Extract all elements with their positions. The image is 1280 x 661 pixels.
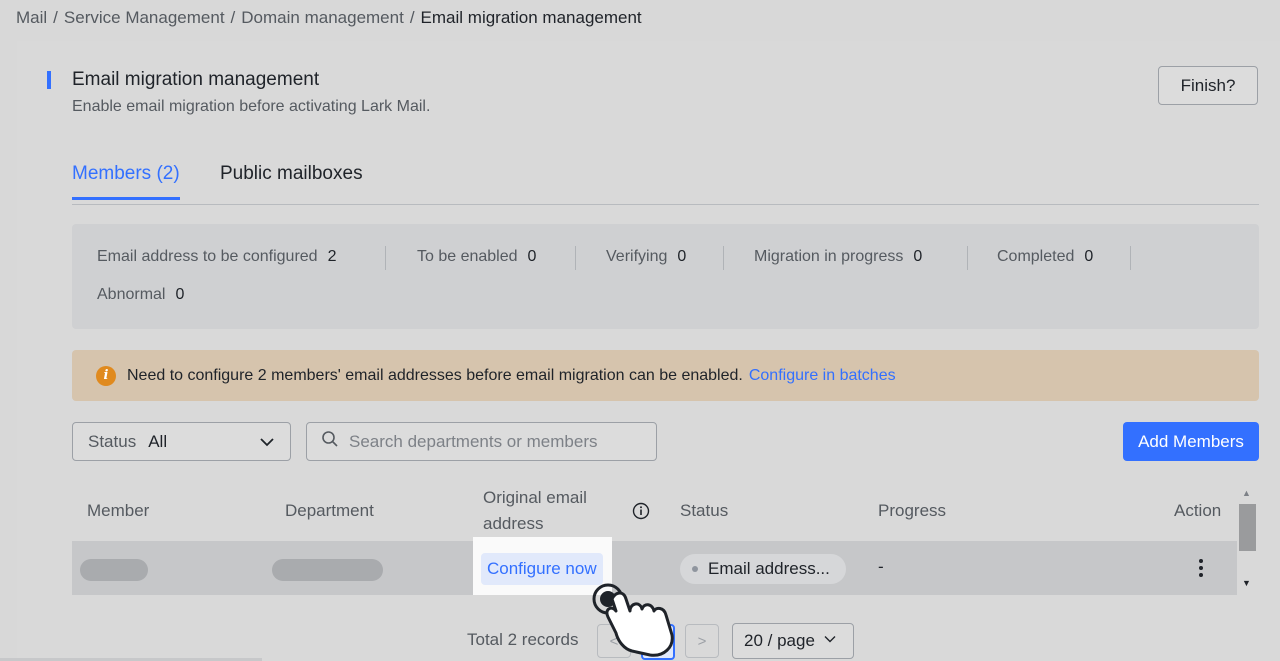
breadcrumb-current: Email migration management <box>420 8 642 27</box>
table-scrollbar[interactable]: ▲ ▼ <box>1238 482 1256 596</box>
member-name-redacted <box>80 559 148 581</box>
breadcrumb-mail[interactable]: Mail <box>16 8 47 28</box>
alert-banner: i Need to configure 2 members' email add… <box>72 350 1259 401</box>
status-filter-label: Status <box>88 431 137 451</box>
status-filter-select[interactable]: Status All <box>72 422 291 461</box>
finish-button[interactable]: Finish? <box>1158 66 1258 105</box>
column-header-member: Member <box>87 501 150 520</box>
status-filter-value: All <box>148 431 168 451</box>
stat-label: Abnormal <box>97 286 166 303</box>
search-input[interactable] <box>349 431 639 452</box>
current-page-button[interactable] <box>641 624 675 660</box>
chevron-down-icon <box>823 631 837 651</box>
department-redacted <box>272 559 383 581</box>
table-row: Configure now Email address... - <box>72 537 1237 595</box>
status-badge: Email address... <box>680 554 846 584</box>
stat-value: 0 <box>1084 248 1094 265</box>
column-header-department: Department <box>285 501 374 520</box>
pagination: Total 2 records < > 20 / page <box>17 622 1280 660</box>
tab-bar: Members (2) Public mailboxes <box>72 161 1259 205</box>
stat-divider <box>723 246 724 270</box>
page-title: Email migration management <box>72 69 320 90</box>
stat-value: 2 <box>327 248 337 265</box>
stat-value: 0 <box>175 286 185 303</box>
search-icon <box>321 430 339 453</box>
breadcrumb-separator: / <box>230 8 236 27</box>
scroll-thumb[interactable] <box>1239 504 1256 551</box>
breadcrumb-service-management[interactable]: Service Management <box>64 8 225 28</box>
stat-label: Email address to be configured <box>97 248 318 265</box>
alert-text: Need to configure 2 members' email addre… <box>127 366 743 384</box>
page-subtitle: Enable email migration before activating… <box>72 98 431 115</box>
breadcrumb-separator: / <box>409 8 415 27</box>
page-size-value: 20 / page <box>744 631 815 650</box>
search-box[interactable] <box>306 422 657 461</box>
configure-now-button[interactable]: Configure now <box>481 553 603 585</box>
stats-panel: Email address to be configured 2 To be e… <box>72 224 1259 329</box>
chevron-down-icon <box>258 433 276 456</box>
add-members-button[interactable]: Add Members <box>1123 422 1259 461</box>
stat-divider <box>967 246 968 270</box>
stat-value: 0 <box>677 248 687 265</box>
breadcrumb-separator: / <box>53 8 58 27</box>
content-card: Email migration management Enable email … <box>17 41 1280 661</box>
stat-label: Completed <box>997 248 1075 265</box>
stat-value: 0 <box>527 248 537 265</box>
stat-divider <box>385 246 386 270</box>
stat-to-be-configured: Email address to be configured 2 <box>97 248 336 266</box>
stat-label: To be enabled <box>417 248 518 265</box>
status-text: Email address... <box>708 559 830 578</box>
configure-in-batches-link[interactable]: Configure in batches <box>749 367 896 385</box>
column-header-action: Action <box>1174 501 1222 520</box>
progress-value: - <box>878 557 884 576</box>
stat-label: Verifying <box>606 248 668 265</box>
stat-value: 0 <box>913 248 923 265</box>
breadcrumb: Mail / Service Management / Domain manag… <box>16 8 642 28</box>
stat-to-be-enabled: To be enabled 0 <box>417 248 536 266</box>
title-accent-bar <box>47 71 51 89</box>
page-size-select[interactable]: 20 / page <box>732 623 854 659</box>
column-header-original-email-line1: Original email <box>483 488 587 507</box>
column-header-status: Status <box>680 501 729 520</box>
column-header-progress: Progress <box>878 501 947 520</box>
breadcrumb-domain-management[interactable]: Domain management <box>241 8 404 28</box>
stat-migration-in-progress: Migration in progress 0 <box>754 248 922 266</box>
prev-page-button[interactable]: < <box>597 624 631 658</box>
table-header: Member Department Original email address… <box>72 481 1237 541</box>
info-icon: i <box>96 365 116 386</box>
stat-verifying: Verifying 0 <box>606 248 686 266</box>
stat-label: Migration in progress <box>754 248 904 265</box>
more-actions-icon[interactable] <box>1189 553 1213 583</box>
scroll-up-arrow-icon[interactable]: ▲ <box>1242 488 1251 498</box>
next-page-button[interactable]: > <box>685 624 719 658</box>
stat-divider <box>1130 246 1131 270</box>
stat-divider <box>575 246 576 270</box>
stat-abnormal: Abnormal 0 <box>97 286 184 304</box>
stat-completed: Completed 0 <box>997 248 1093 266</box>
total-records: Total 2 records <box>467 630 579 649</box>
scroll-down-arrow-icon[interactable]: ▼ <box>1242 578 1251 588</box>
column-header-original-email-line2: address <box>483 514 544 533</box>
tab-members[interactable]: Members (2) <box>72 163 180 200</box>
info-icon[interactable] <box>632 502 650 525</box>
status-dot <box>692 566 698 572</box>
tab-public-mailboxes[interactable]: Public mailboxes <box>220 163 363 197</box>
